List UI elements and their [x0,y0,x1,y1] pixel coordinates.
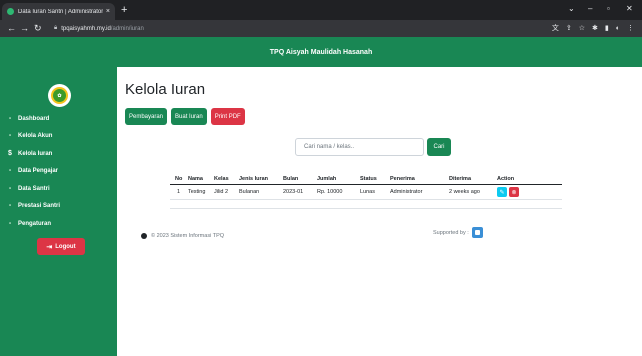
dot-icon: • [8,203,12,210]
browser-tab[interactable]: Data Iuran Santri | Administrator × [2,3,115,20]
buat-iuran-button[interactable]: Buat Iuran [171,108,207,125]
sidebar-item-kelola-iuran[interactable]: $ Kelola Iuran [0,145,117,163]
dot-icon: • [8,168,12,175]
column-header: No [175,176,183,182]
column-header: Action [497,176,515,182]
cell-bulan: 2023-01 [283,189,304,195]
minimize-icon[interactable]: – [588,3,592,15]
forward-icon[interactable]: → [20,23,29,34]
close-window-icon[interactable]: ✕ [626,3,633,15]
sidebar-nav: • Dashboard • Kelola Akun $ Kelola Iuran… [0,110,117,233]
bookmark-star-icon[interactable]: ☆ [579,23,585,34]
tab-search-icon[interactable]: ⌄ [568,3,575,15]
logout-label: Logout [55,243,76,250]
dollar-icon: $ [8,150,12,158]
info-icon [141,233,147,239]
maximize-icon[interactable]: ▫ [607,3,610,15]
translate-icon[interactable]: 文 [552,23,559,34]
main-content: Kelola Iuran Pembayaran Buat Iuran Print… [117,67,642,356]
edit-icon[interactable]: ✎ [497,187,507,197]
sidebar: ✿ • Dashboard • Kelola Akun $ Kelola Iur… [0,67,117,356]
page-title: Kelola Iuran [125,81,206,98]
cell-nama: Testing [188,189,206,195]
logout-button[interactable]: ⇥ Logout [37,238,85,255]
table-row: 1 Testing Jilid 2 Bulanan 2023-01 Rp. 10… [170,185,562,200]
sidebar-item-pengaturan[interactable]: • Pengaturan [0,215,117,233]
column-header: Nama [188,176,203,182]
sidebar-item-dashboard[interactable]: • Dashboard [0,110,117,128]
favicon-icon [7,8,14,15]
browser-tab-bar: Data Iuran Santri | Administrator × + ⌄ … [0,0,642,20]
cell-jumlah: Rp. 10000 [317,189,343,195]
share-icon[interactable]: ⇪ [566,23,572,34]
supported-by-text: Supported by : [433,229,469,236]
sidebar-item-prestasi-santri[interactable]: • Prestasi Santri [0,198,117,216]
reload-icon[interactable]: ↻ [34,23,42,34]
sidebar-item-label: Kelola Iuran [18,150,53,157]
column-header: Diterima [449,176,472,182]
sidebar-item-label: Kelola Akun [18,133,53,140]
sidebar-item-data-pengajar[interactable]: • Data Pengajar [0,163,117,181]
footer-supported-by: Supported by : [433,227,483,238]
action-buttons: Pembayaran Buat Iuran Print PDF [125,108,245,125]
column-header: Status [360,176,377,182]
logo: ✿ [48,84,71,107]
cell-penerima: Administrator [390,189,423,195]
dot-icon: • [8,185,12,192]
print-pdf-button[interactable]: Print PDF [210,108,245,125]
table-spacer-row [170,200,562,208]
dot-icon: • [8,220,12,227]
column-header: Penerima [390,176,415,182]
table-header-row: No Nama Kelas Jenis Iuran Bulan Jumlah S… [170,172,562,185]
footer-copyright: © 2023 Sistem Informasi TPQ [141,233,224,239]
sidebar-item-label: Data Santri [18,185,50,192]
delete-icon[interactable]: ⊗ [509,187,519,197]
tab-title: Data Iuran Santri | Administrator [18,8,103,15]
url-host: tpqaisyahmh.my.id [61,25,111,32]
cell-status: Lunas [360,189,375,195]
sidebar-item-data-santri[interactable]: • Data Santri [0,180,117,198]
column-header: Kelas [214,176,229,182]
extension-icons: 文 ⇪ ☆ ✱ ▮ ◐ ⋮ [552,23,634,34]
brand-title: TPQ Aisyah Maulidah Hasanah [269,48,373,56]
new-tab-button[interactable]: + [121,3,127,17]
column-header: Jumlah [317,176,337,182]
sidebar-item-kelola-akun[interactable]: • Kelola Akun [0,128,117,146]
search-input[interactable]: Cari nama / kelas.. [295,138,424,156]
url-path: /admin/iuran [110,25,144,32]
address-bar[interactable]: 🔒︎ tpqaisyahmh.my.id /admin/iuran [54,22,530,35]
cell-diterima: 2 weeks ago [449,189,480,195]
cell-kelas: Jilid 2 [214,189,229,195]
cell-no: 1 [177,189,181,195]
cell-jenis: Bulanan [239,189,260,195]
search-button[interactable]: Cari [427,138,451,156]
pembayaran-button[interactable]: Pembayaran [125,108,168,125]
sponsor-logo-icon[interactable] [471,227,483,238]
iuran-table: No Nama Kelas Jenis Iuran Bulan Jumlah S… [170,172,562,209]
dot-icon: • [8,115,12,122]
sidebar-item-label: Pengaturan [18,220,52,227]
logo-emblem-icon: ✿ [51,87,68,104]
lock-icon: 🔒︎ [54,25,58,31]
sidepanel-icon[interactable]: ▮ [605,23,609,34]
tab-close-icon[interactable]: × [106,8,110,15]
menu-icon[interactable]: ⋮ [627,23,634,34]
browser-toolbar: ← → ↻ 🔒︎ tpqaisyahmh.my.id /admin/iuran … [0,20,642,37]
column-header: Jenis Iuran [239,176,269,182]
extensions-icon[interactable]: ✱ [592,23,598,34]
sidebar-item-label: Data Pengajar [18,168,59,175]
column-header: Bulan [283,176,299,182]
logout-icon: ⇥ [46,243,53,251]
dot-icon: • [8,133,12,140]
back-icon[interactable]: ← [7,23,16,34]
sidebar-item-label: Prestasi Santri [18,203,61,210]
profile-icon[interactable]: ◐ [616,23,620,34]
app-header: TPQ Aisyah Maulidah Hasanah [0,37,642,67]
copyright-text: © 2023 Sistem Informasi TPQ [151,233,225,239]
sidebar-item-label: Dashboard [18,115,50,122]
